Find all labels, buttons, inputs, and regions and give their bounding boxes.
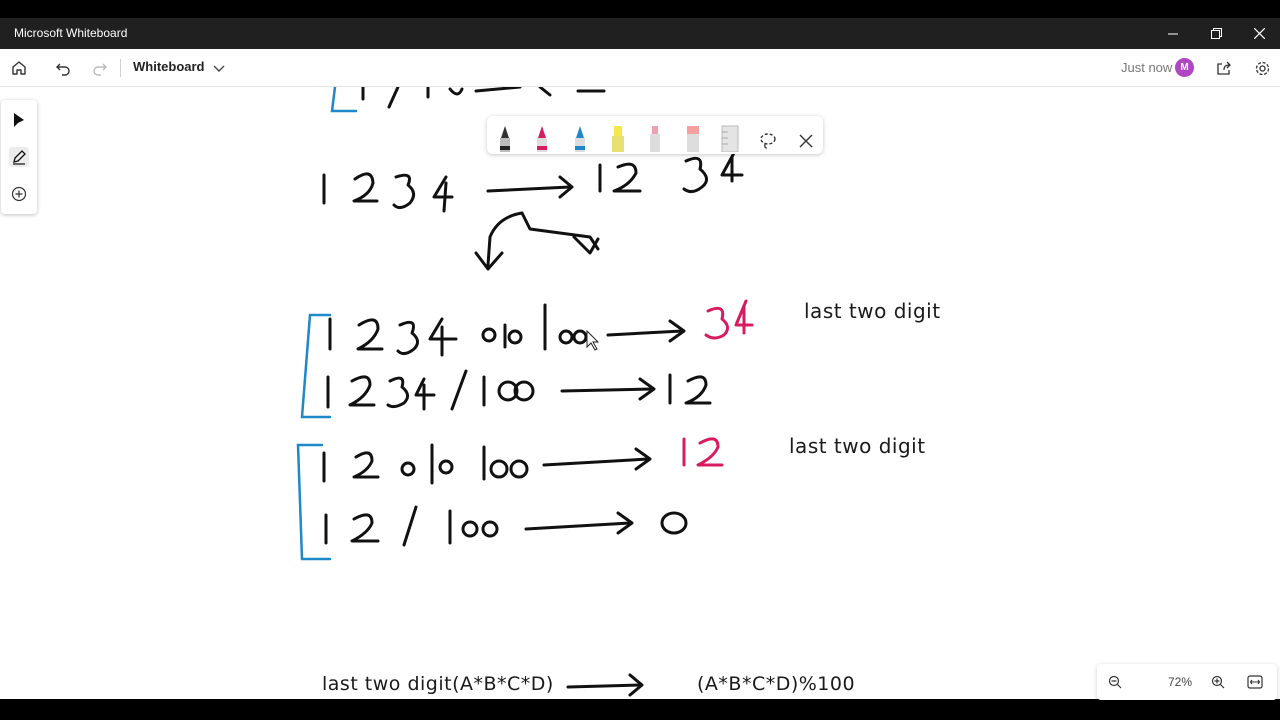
chevron-down-icon <box>213 65 225 72</box>
close-window-button[interactable] <box>1237 18 1280 49</box>
ink-stroke-mod-row <box>328 303 686 357</box>
note-last-two-digit-2: last two digit <box>789 434 926 458</box>
pink-ink <box>682 299 754 467</box>
select-tool-button[interactable] <box>9 110 29 130</box>
formula-right: (A*B*C*D)%100 <box>697 673 856 695</box>
formula-left: last two digit(A*B*C*D) <box>322 673 554 695</box>
share-icon <box>1217 61 1231 75</box>
share-button[interactable] <box>1213 57 1235 79</box>
pen-icon <box>13 150 26 165</box>
undo-button[interactable] <box>52 57 74 79</box>
restore-icon <box>1210 28 1222 39</box>
minimize-button[interactable] <box>1151 18 1195 49</box>
add-content-button[interactable] <box>9 184 29 204</box>
board-menu-button[interactable] <box>208 57 230 79</box>
highlighter-icon[interactable] <box>608 124 628 152</box>
left-tool-panel <box>1 100 37 214</box>
ink-stroke-div-row <box>326 369 712 411</box>
ink-stroke-1234-row <box>322 151 744 271</box>
undo-icon <box>56 63 70 76</box>
redo-button[interactable] <box>89 57 111 79</box>
ink-stroke-mod12-row <box>322 443 652 485</box>
lasso-icon[interactable] <box>758 126 778 154</box>
gear-icon <box>1255 61 1269 75</box>
app-toolbar: Whiteboard Just now M <box>0 49 1280 87</box>
avatar[interactable]: M <box>1175 58 1194 77</box>
pink-pen-icon[interactable] <box>532 124 552 152</box>
settings-button[interactable] <box>1251 57 1273 79</box>
ruler-icon[interactable] <box>720 124 740 152</box>
ink-stroke-div12-row <box>324 505 688 547</box>
ink-layer <box>296 87 754 697</box>
redo-icon <box>93 63 107 76</box>
close-icon[interactable] <box>796 127 816 155</box>
fit-screen-icon <box>1247 675 1263 689</box>
pointer-icon <box>14 113 24 127</box>
app-title: Microsoft Whiteboard <box>14 26 128 40</box>
ink-tool-button[interactable] <box>9 147 29 167</box>
title-bar: Microsoft Whiteboard <box>0 18 1280 49</box>
whiteboard-canvas[interactable]: last two digit last two digit last two d… <box>0 87 1280 699</box>
zoom-controls: 72% <box>1097 664 1277 700</box>
restore-button[interactable] <box>1194 18 1238 49</box>
mouse-cursor-icon <box>586 329 600 351</box>
pen-tray <box>487 116 823 154</box>
pencil-icon[interactable] <box>645 124 665 152</box>
blue-pen-icon[interactable] <box>570 124 590 152</box>
black-pen-icon[interactable] <box>495 124 515 152</box>
zoom-level[interactable]: 72% <box>1155 675 1205 689</box>
toolbar-divider <box>120 59 121 77</box>
save-status: Just now <box>1121 60 1173 75</box>
minimize-icon <box>1168 33 1178 34</box>
home-icon <box>12 61 26 75</box>
close-icon <box>1253 28 1265 39</box>
note-last-two-digit-1: last two digit <box>804 299 941 323</box>
zoom-in-button[interactable] <box>1209 673 1227 691</box>
plus-circle-icon <box>11 186 27 202</box>
fit-to-screen-button[interactable] <box>1246 673 1264 691</box>
board-name[interactable]: Whiteboard <box>133 59 205 74</box>
home-button[interactable] <box>8 57 30 79</box>
bottom-border <box>0 700 1280 720</box>
ink-stroke-top-row <box>361 87 606 109</box>
blue-brackets <box>296 87 358 561</box>
ink-stroke-bottom-arrow <box>566 673 644 697</box>
zoom-in-icon <box>1211 675 1225 689</box>
zoom-out-icon <box>1108 675 1122 689</box>
eraser-icon[interactable] <box>683 124 703 152</box>
zoom-out-button[interactable] <box>1106 673 1124 691</box>
